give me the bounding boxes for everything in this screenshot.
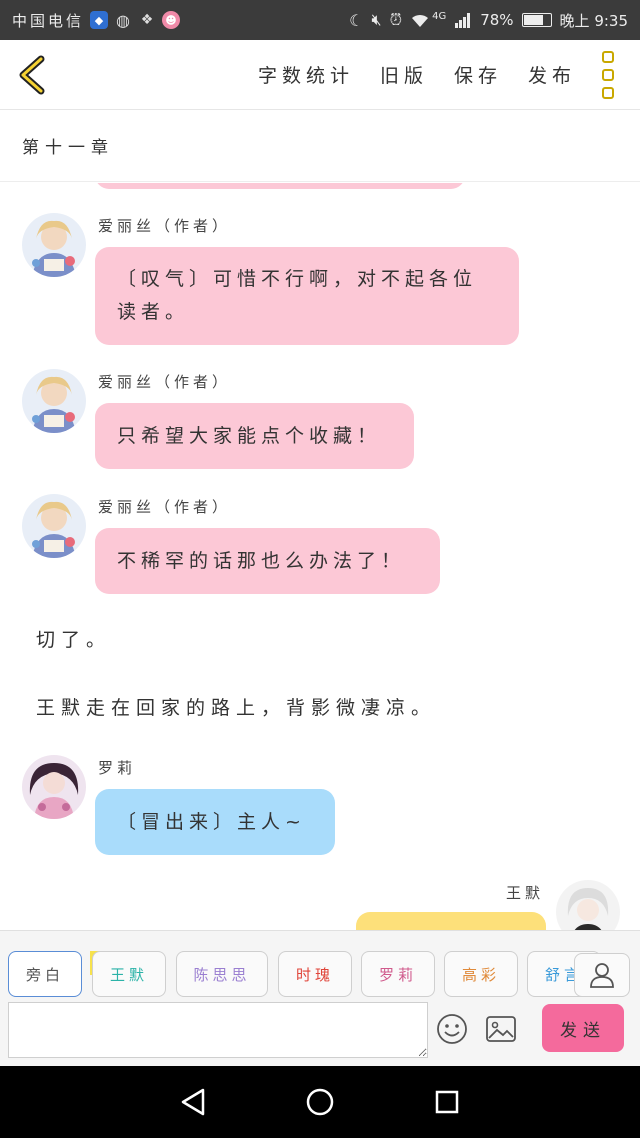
alarm-icon: ⏰︎ xyxy=(389,10,403,29)
avatar xyxy=(22,494,86,558)
send-button[interactable]: 发送 xyxy=(542,1004,624,1052)
circle-home-icon xyxy=(306,1088,334,1116)
character-manage-button[interactable] xyxy=(574,953,630,997)
tab-label: 时瑰 xyxy=(295,965,334,984)
back-button[interactable] xyxy=(0,40,64,110)
narration-line[interactable]: 王默走在回家的路上，背影微凄凉。 xyxy=(36,693,436,720)
avatar xyxy=(22,369,86,433)
battery-level xyxy=(523,15,543,25)
tab-label: 王默 xyxy=(109,965,148,984)
author-name: 爱丽丝（作者） xyxy=(98,217,232,235)
battery-percent: 78% xyxy=(480,11,514,29)
square-recents-icon xyxy=(435,1090,458,1114)
author-name: 爱丽丝（作者） xyxy=(98,373,232,391)
message-text: 读者。 xyxy=(117,301,190,323)
wechat-app-icon: ❖ xyxy=(140,12,154,28)
message-bubble: 〔叹气〕可惜不行啊，对不起各位 读者。 xyxy=(95,247,519,345)
message-bubble: 不稀罕的话那也么办法了！ xyxy=(95,528,440,594)
emoji-button[interactable] xyxy=(436,1013,468,1045)
narration-line[interactable]: 切了。 xyxy=(36,625,111,652)
chat-message[interactable]: 爱丽丝（作者） 不稀罕的话那也么办法了！ xyxy=(22,494,622,594)
character-selector: 旁白 主 王默 陈思思 时瑰 罗莉 高彩 舒言 xyxy=(0,930,640,1000)
word-count-button[interactable]: 字数统计 xyxy=(258,61,354,88)
chat-message[interactable]: 罗莉 〔冒出来〕主人~ xyxy=(22,755,622,855)
menu-dot-icon xyxy=(602,68,614,81)
message-bubble: 只希望大家能点个收藏！ xyxy=(95,403,414,469)
avatar xyxy=(22,755,86,819)
previous-bubble-fragment xyxy=(95,183,465,189)
tab-label: 陈思思 xyxy=(193,965,251,984)
message-text: 〔叹气〕可惜不行啊，对不起各位 xyxy=(117,268,478,290)
save-button[interactable]: 保存 xyxy=(454,61,502,88)
story-content[interactable]: 爱丽丝（作者） 〔叹气〕可惜不行啊，对不起各位 读者。 爱丽丝（作者） 只希望大… xyxy=(0,183,640,930)
tab-label: 罗莉 xyxy=(378,965,417,984)
clock: 晚上 9:35 xyxy=(559,11,628,30)
avatar-app-icon: ☻ xyxy=(162,11,181,29)
moon-icon: ☾ xyxy=(349,10,364,30)
chat-message[interactable]: 爱丽丝（作者） 只希望大家能点个收藏！ xyxy=(22,369,622,469)
nav-home-button[interactable] xyxy=(300,1082,340,1122)
publish-button[interactable]: 发布 xyxy=(528,61,576,88)
shield-app-icon: ◆ xyxy=(90,11,109,29)
avatar xyxy=(556,880,620,930)
character-tab-chensisi[interactable]: 陈思思 xyxy=(176,951,268,997)
chevron-left-icon xyxy=(19,55,45,94)
chapter-title[interactable]: 第十一章 xyxy=(0,110,640,182)
author-name: 爱丽丝（作者） xyxy=(98,498,232,516)
status-bar: 中国电信 ◆ ◍ ❖ ☻ ☾ 🔇︎ ⏰︎ 4G 78% 晚上 9:35 xyxy=(0,0,640,40)
status-left: 中国电信 ◆ ◍ ❖ ☻ xyxy=(12,10,181,31)
more-menu-button[interactable] xyxy=(596,50,620,99)
tab-label: 旁白 xyxy=(25,965,64,984)
person-icon xyxy=(590,963,614,988)
app-screen: 中国电信 ◆ ◍ ❖ ☻ ☾ 🔇︎ ⏰︎ 4G 78% 晚上 9:35 字数统计… xyxy=(0,0,640,1138)
message-text: 不稀罕的话那也么办法了！ xyxy=(117,549,406,572)
nav-recents-button[interactable] xyxy=(427,1082,467,1122)
character-tab-luoli[interactable]: 罗莉 xyxy=(361,951,435,997)
tab-label: 高彩 xyxy=(461,965,500,984)
character-tab-gaocai[interactable]: 高彩 xyxy=(444,951,518,997)
network-type: 4G xyxy=(432,10,447,22)
message-bubble xyxy=(356,912,546,930)
editor-header: 字数统计 旧版 保存 发布 xyxy=(0,40,640,110)
system-nav-bar xyxy=(0,1066,640,1138)
character-tab-wangmo[interactable]: 王默 xyxy=(92,951,166,997)
status-right: ☾ 🔇︎ ⏰︎ 4G 78% 晚上 9:35 xyxy=(349,10,628,31)
menu-dot-icon xyxy=(602,50,614,63)
chat-message[interactable]: 爱丽丝（作者） 〔叹气〕可惜不行啊，对不起各位 读者。 xyxy=(22,213,622,353)
message-text: 只希望大家能点个收藏！ xyxy=(117,424,382,447)
image-icon xyxy=(486,1016,516,1042)
character-name: 王默 xyxy=(505,884,544,902)
triangle-back-icon xyxy=(182,1088,205,1116)
character-tab-narrator[interactable]: 旁白 xyxy=(8,951,82,997)
message-text: 〔冒出来〕主人~ xyxy=(117,810,306,833)
carrier-label: 中国电信 xyxy=(12,11,85,30)
image-button[interactable] xyxy=(485,1015,517,1043)
smiley-icon xyxy=(437,1014,467,1044)
battery-icon xyxy=(521,13,552,27)
wifi-icon xyxy=(412,14,429,27)
menu-dot-icon xyxy=(602,86,614,99)
old-version-button[interactable]: 旧版 xyxy=(380,61,428,88)
header-actions: 字数统计 旧版 保存 发布 xyxy=(258,61,576,88)
signal-icon xyxy=(455,13,471,28)
character-name: 罗莉 xyxy=(98,759,137,777)
globe-app-icon: ◍ xyxy=(116,10,130,30)
avatar xyxy=(22,213,86,277)
mute-icon: 🔇︎ xyxy=(371,10,382,29)
nav-back-button[interactable] xyxy=(173,1082,213,1122)
character-tab-shigui[interactable]: 时瑰 xyxy=(278,951,352,997)
message-bubble: 〔冒出来〕主人~ xyxy=(95,789,335,855)
chat-message-right[interactable]: 王默 xyxy=(320,880,620,930)
composer: 发送 xyxy=(0,1000,640,1066)
message-input[interactable] xyxy=(8,1002,428,1058)
